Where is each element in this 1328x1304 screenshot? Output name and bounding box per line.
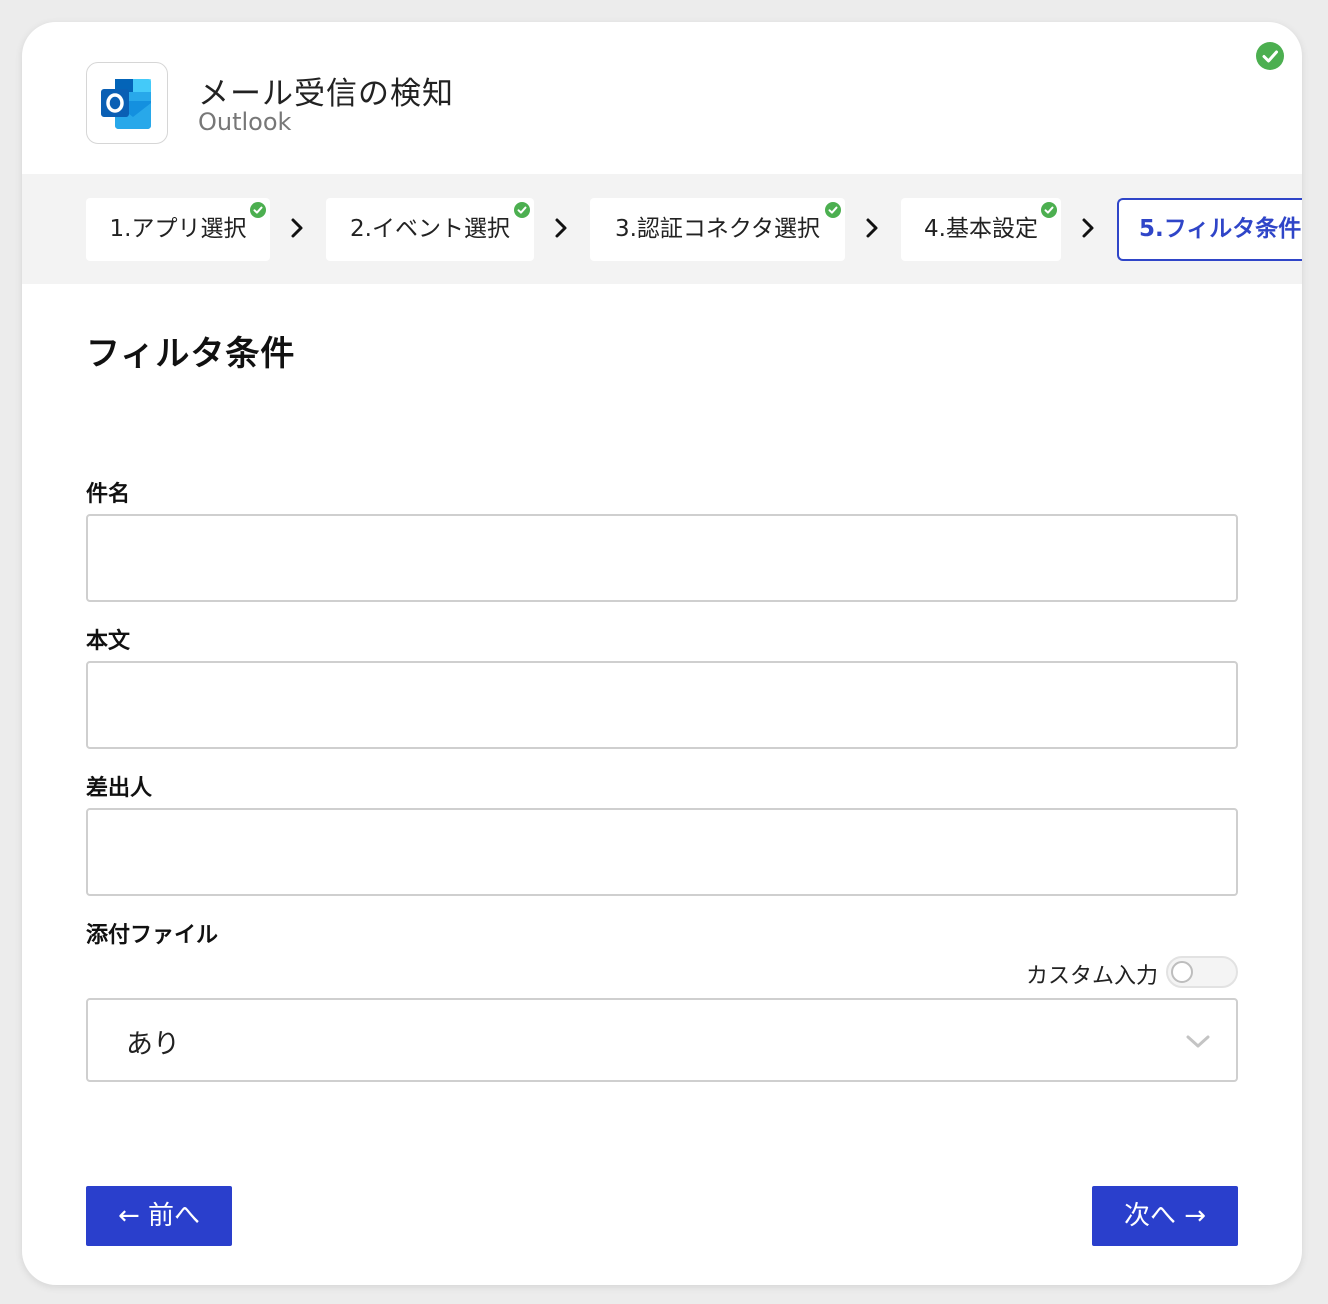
- check-circle-icon: [250, 202, 266, 218]
- outlook-icon: [86, 62, 168, 144]
- step-connector-select[interactable]: 3.認証コネクタ選択: [590, 198, 845, 261]
- sender-input[interactable]: [86, 808, 1238, 896]
- next-button[interactable]: 次へ →: [1092, 1186, 1238, 1246]
- step-basic-settings[interactable]: 4.基本設定: [901, 198, 1061, 261]
- step-event-select[interactable]: 2.イベント選択: [326, 198, 534, 261]
- wizard-card: メール受信の検知 Outlook 1.アプリ選択 2.イベント選択 3.認証コネ…: [22, 22, 1302, 1285]
- chevron-down-icon: [1184, 1028, 1212, 1056]
- attachment-selected-value: あり: [126, 1029, 180, 1060]
- page-title: メール受信の検知: [198, 76, 454, 112]
- body-input[interactable]: [86, 661, 1238, 749]
- step-label: 5.フィルタ条件: [1139, 216, 1302, 242]
- check-circle-icon: [1041, 202, 1057, 218]
- check-circle-icon: [514, 202, 530, 218]
- prev-button[interactable]: ← 前へ: [86, 1186, 232, 1246]
- attachment-select[interactable]: あり: [86, 998, 1238, 1082]
- app-name: Outlook: [198, 108, 292, 136]
- sender-label: 差出人: [86, 776, 153, 801]
- chevron-right-icon: [550, 214, 574, 244]
- check-circle-icon: [825, 202, 841, 218]
- toggle-knob: [1171, 961, 1193, 983]
- body-label: 本文: [86, 629, 131, 654]
- step-filter-conditions[interactable]: 5.フィルタ条件: [1117, 198, 1302, 261]
- chevron-right-icon: [861, 214, 885, 244]
- step-label: 4.基本設定: [924, 216, 1038, 242]
- check-circle-icon: [1256, 42, 1284, 70]
- step-app-select[interactable]: 1.アプリ選択: [86, 198, 270, 261]
- subject-input[interactable]: [86, 514, 1238, 602]
- chevron-right-icon: [1077, 214, 1101, 244]
- custom-input-toggle[interactable]: [1166, 956, 1238, 988]
- custom-input-label: カスタム入力: [1025, 964, 1158, 989]
- stepper: 1.アプリ選択 2.イベント選択 3.認証コネクタ選択 4.基本設定 5.フィル…: [22, 174, 1302, 284]
- section-title: フィルタ条件: [86, 334, 296, 374]
- attachment-label: 添付ファイル: [86, 923, 219, 948]
- step-label: 3.認証コネクタ選択: [614, 216, 821, 242]
- chevron-right-icon: [286, 214, 310, 244]
- step-label: 1.アプリ選択: [109, 216, 247, 242]
- step-label: 2.イベント選択: [350, 216, 510, 242]
- subject-label: 件名: [86, 482, 131, 507]
